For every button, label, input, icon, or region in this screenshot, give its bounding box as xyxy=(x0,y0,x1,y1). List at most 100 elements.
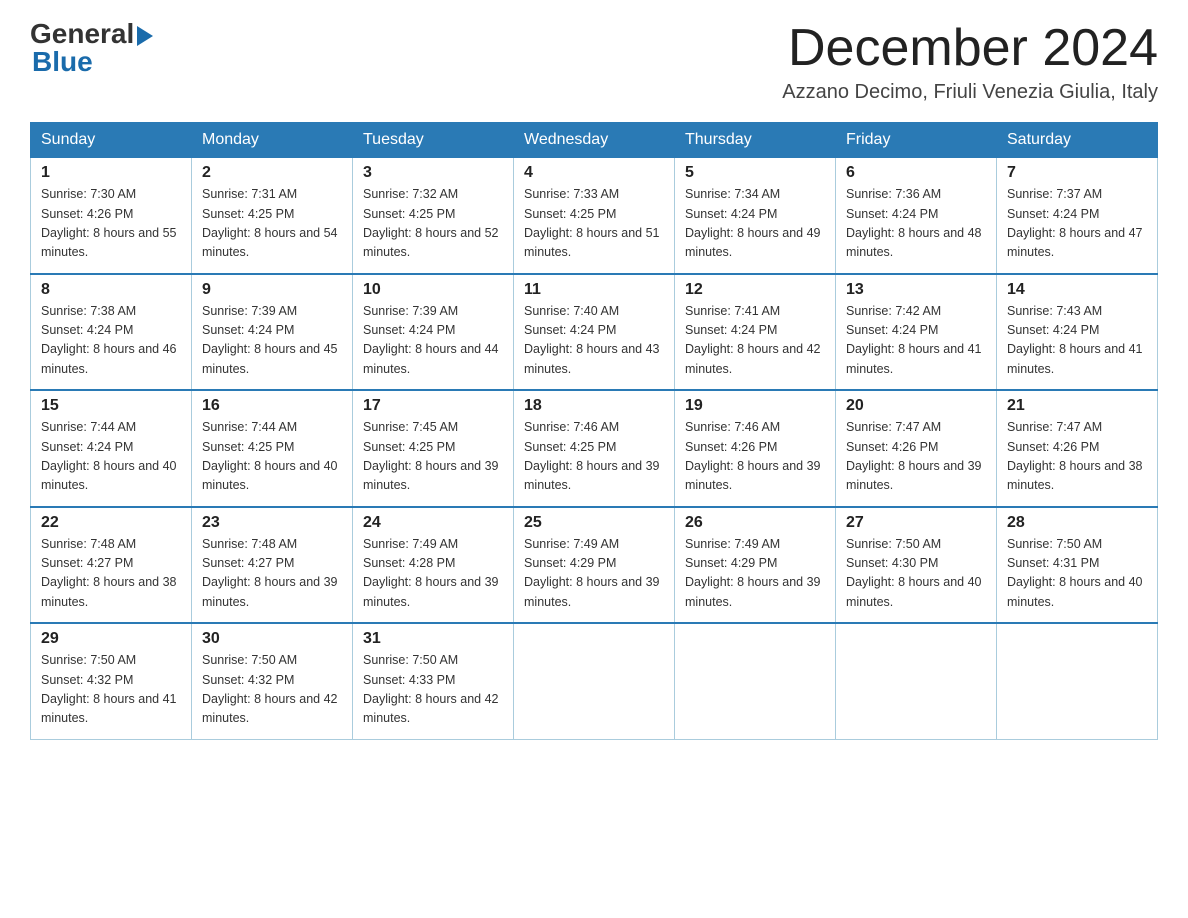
day-info: Sunrise: 7:42 AMSunset: 4:24 PMDaylight:… xyxy=(846,302,986,380)
calendar-day-cell xyxy=(514,623,675,739)
calendar-day-cell: 12 Sunrise: 7:41 AMSunset: 4:24 PMDayligh… xyxy=(675,274,836,391)
day-info: Sunrise: 7:49 AMSunset: 4:29 PMDaylight:… xyxy=(524,535,664,613)
day-info: Sunrise: 7:46 AMSunset: 4:26 PMDaylight:… xyxy=(685,418,825,496)
calendar-week-row: 1Sunrise: 7:30 AMSunset: 4:26 PMDaylight… xyxy=(31,158,1158,274)
calendar-day-cell: 17 Sunrise: 7:45 AMSunset: 4:25 PMDayligh… xyxy=(353,390,514,507)
day-number: 2 xyxy=(202,164,342,182)
day-number: 10 xyxy=(363,281,503,299)
day-info: Sunrise: 7:36 AMSunset: 4:24 PMDaylight:… xyxy=(846,185,986,263)
day-info: Sunrise: 7:49 AMSunset: 4:28 PMDaylight:… xyxy=(363,535,503,613)
calendar-week-row: 15 Sunrise: 7:44 AMSunset: 4:24 PMDayligh… xyxy=(31,390,1158,507)
calendar-day-cell: 8Sunrise: 7:38 AMSunset: 4:24 PMDaylight… xyxy=(31,274,192,391)
calendar-day-cell: 1Sunrise: 7:30 AMSunset: 4:26 PMDaylight… xyxy=(31,158,192,274)
day-of-week-header: Saturday xyxy=(997,123,1158,158)
calendar-day-cell: 24Sunrise: 7:49 AMSunset: 4:28 PMDayligh… xyxy=(353,507,514,624)
calendar-day-cell: 27 Sunrise: 7:50 AMSunset: 4:30 PMDayligh… xyxy=(836,507,997,624)
day-number: 28 xyxy=(1007,514,1147,532)
day-number: 29 xyxy=(41,630,181,648)
location-text: Azzano Decimo, Friuli Venezia Giulia, It… xyxy=(782,81,1158,104)
day-info: Sunrise: 7:47 AMSunset: 4:26 PMDaylight:… xyxy=(1007,418,1147,496)
day-number: 12 xyxy=(685,281,825,299)
calendar-day-cell: 14Sunrise: 7:43 AMSunset: 4:24 PMDayligh… xyxy=(997,274,1158,391)
calendar-day-cell: 5 Sunrise: 7:34 AMSunset: 4:24 PMDaylight… xyxy=(675,158,836,274)
day-number: 16 xyxy=(202,397,342,415)
day-of-week-header: Monday xyxy=(192,123,353,158)
calendar-day-cell: 2 Sunrise: 7:31 AMSunset: 4:25 PMDaylight… xyxy=(192,158,353,274)
calendar-week-row: 22 Sunrise: 7:48 AMSunset: 4:27 PMDayligh… xyxy=(31,507,1158,624)
day-info: Sunrise: 7:37 AMSunset: 4:24 PMDaylight:… xyxy=(1007,185,1147,263)
day-info: Sunrise: 7:50 AMSunset: 4:31 PMDaylight:… xyxy=(1007,535,1147,613)
day-number: 1 xyxy=(41,164,181,182)
day-number: 3 xyxy=(363,164,503,182)
calendar-day-cell xyxy=(997,623,1158,739)
day-number: 7 xyxy=(1007,164,1147,182)
day-of-week-header: Friday xyxy=(836,123,997,158)
day-number: 13 xyxy=(846,281,986,299)
day-info: Sunrise: 7:46 AMSunset: 4:25 PMDaylight:… xyxy=(524,418,664,496)
day-of-week-header: Thursday xyxy=(675,123,836,158)
calendar-day-cell: 10 Sunrise: 7:39 AMSunset: 4:24 PMDayligh… xyxy=(353,274,514,391)
day-info: Sunrise: 7:32 AMSunset: 4:25 PMDaylight:… xyxy=(363,185,503,263)
day-info: Sunrise: 7:45 AMSunset: 4:25 PMDaylight:… xyxy=(363,418,503,496)
day-number: 23 xyxy=(202,514,342,532)
calendar-day-cell: 28 Sunrise: 7:50 AMSunset: 4:31 PMDayligh… xyxy=(997,507,1158,624)
day-number: 31 xyxy=(363,630,503,648)
day-info: Sunrise: 7:50 AMSunset: 4:33 PMDaylight:… xyxy=(363,651,503,729)
day-number: 17 xyxy=(363,397,503,415)
calendar-day-cell xyxy=(836,623,997,739)
day-info: Sunrise: 7:34 AMSunset: 4:24 PMDaylight:… xyxy=(685,185,825,263)
day-info: Sunrise: 7:49 AMSunset: 4:29 PMDaylight:… xyxy=(685,535,825,613)
calendar-day-cell: 4Sunrise: 7:33 AMSunset: 4:25 PMDaylight… xyxy=(514,158,675,274)
calendar-day-cell: 23 Sunrise: 7:48 AMSunset: 4:27 PMDayligh… xyxy=(192,507,353,624)
calendar-day-cell xyxy=(675,623,836,739)
day-info: Sunrise: 7:39 AMSunset: 4:24 PMDaylight:… xyxy=(363,302,503,380)
day-number: 4 xyxy=(524,164,664,182)
calendar-day-cell: 6 Sunrise: 7:36 AMSunset: 4:24 PMDaylight… xyxy=(836,158,997,274)
day-number: 6 xyxy=(846,164,986,182)
day-number: 22 xyxy=(41,514,181,532)
logo: General Blue xyxy=(30,20,153,78)
day-info: Sunrise: 7:31 AMSunset: 4:25 PMDaylight:… xyxy=(202,185,342,263)
day-number: 26 xyxy=(685,514,825,532)
day-number: 9 xyxy=(202,281,342,299)
calendar-day-cell: 11 Sunrise: 7:40 AMSunset: 4:24 PMDayligh… xyxy=(514,274,675,391)
logo-arrow-icon xyxy=(137,26,153,46)
day-info: Sunrise: 7:39 AMSunset: 4:24 PMDaylight:… xyxy=(202,302,342,380)
logo-general-text: General xyxy=(30,20,134,48)
calendar-day-cell: 31 Sunrise: 7:50 AMSunset: 4:33 PMDayligh… xyxy=(353,623,514,739)
day-info: Sunrise: 7:44 AMSunset: 4:24 PMDaylight:… xyxy=(41,418,181,496)
day-info: Sunrise: 7:48 AMSunset: 4:27 PMDaylight:… xyxy=(202,535,342,613)
day-number: 25 xyxy=(524,514,664,532)
calendar-day-cell: 19 Sunrise: 7:46 AMSunset: 4:26 PMDayligh… xyxy=(675,390,836,507)
calendar-table: SundayMondayTuesdayWednesdayThursdayFrid… xyxy=(30,122,1158,740)
day-number: 8 xyxy=(41,281,181,299)
calendar-day-cell: 7 Sunrise: 7:37 AMSunset: 4:24 PMDaylight… xyxy=(997,158,1158,274)
calendar-day-cell: 26 Sunrise: 7:49 AMSunset: 4:29 PMDayligh… xyxy=(675,507,836,624)
day-number: 18 xyxy=(524,397,664,415)
day-number: 15 xyxy=(41,397,181,415)
calendar-day-cell: 22 Sunrise: 7:48 AMSunset: 4:27 PMDayligh… xyxy=(31,507,192,624)
day-number: 21 xyxy=(1007,397,1147,415)
day-info: Sunrise: 7:43 AMSunset: 4:24 PMDaylight:… xyxy=(1007,302,1147,380)
calendar-day-cell: 15 Sunrise: 7:44 AMSunset: 4:24 PMDayligh… xyxy=(31,390,192,507)
calendar-day-cell: 13 Sunrise: 7:42 AMSunset: 4:24 PMDayligh… xyxy=(836,274,997,391)
page-header: General Blue December 2024 Azzano Decimo… xyxy=(30,20,1158,104)
day-number: 19 xyxy=(685,397,825,415)
day-info: Sunrise: 7:41 AMSunset: 4:24 PMDaylight:… xyxy=(685,302,825,380)
calendar-day-cell: 25 Sunrise: 7:49 AMSunset: 4:29 PMDayligh… xyxy=(514,507,675,624)
day-info: Sunrise: 7:40 AMSunset: 4:24 PMDaylight:… xyxy=(524,302,664,380)
calendar-day-cell: 18 Sunrise: 7:46 AMSunset: 4:25 PMDayligh… xyxy=(514,390,675,507)
day-of-week-header: Tuesday xyxy=(353,123,514,158)
calendar-day-cell: 16Sunrise: 7:44 AMSunset: 4:25 PMDayligh… xyxy=(192,390,353,507)
day-number: 5 xyxy=(685,164,825,182)
calendar-header-row: SundayMondayTuesdayWednesdayThursdayFrid… xyxy=(31,123,1158,158)
day-info: Sunrise: 7:50 AMSunset: 4:30 PMDaylight:… xyxy=(846,535,986,613)
day-info: Sunrise: 7:48 AMSunset: 4:27 PMDaylight:… xyxy=(41,535,181,613)
day-info: Sunrise: 7:50 AMSunset: 4:32 PMDaylight:… xyxy=(202,651,342,729)
day-number: 11 xyxy=(524,281,664,299)
calendar-day-cell: 21 Sunrise: 7:47 AMSunset: 4:26 PMDayligh… xyxy=(997,390,1158,507)
logo-blue-text: Blue xyxy=(32,46,93,78)
day-number: 27 xyxy=(846,514,986,532)
month-title: December 2024 xyxy=(782,20,1158,77)
title-section: December 2024 Azzano Decimo, Friuli Vene… xyxy=(782,20,1158,104)
